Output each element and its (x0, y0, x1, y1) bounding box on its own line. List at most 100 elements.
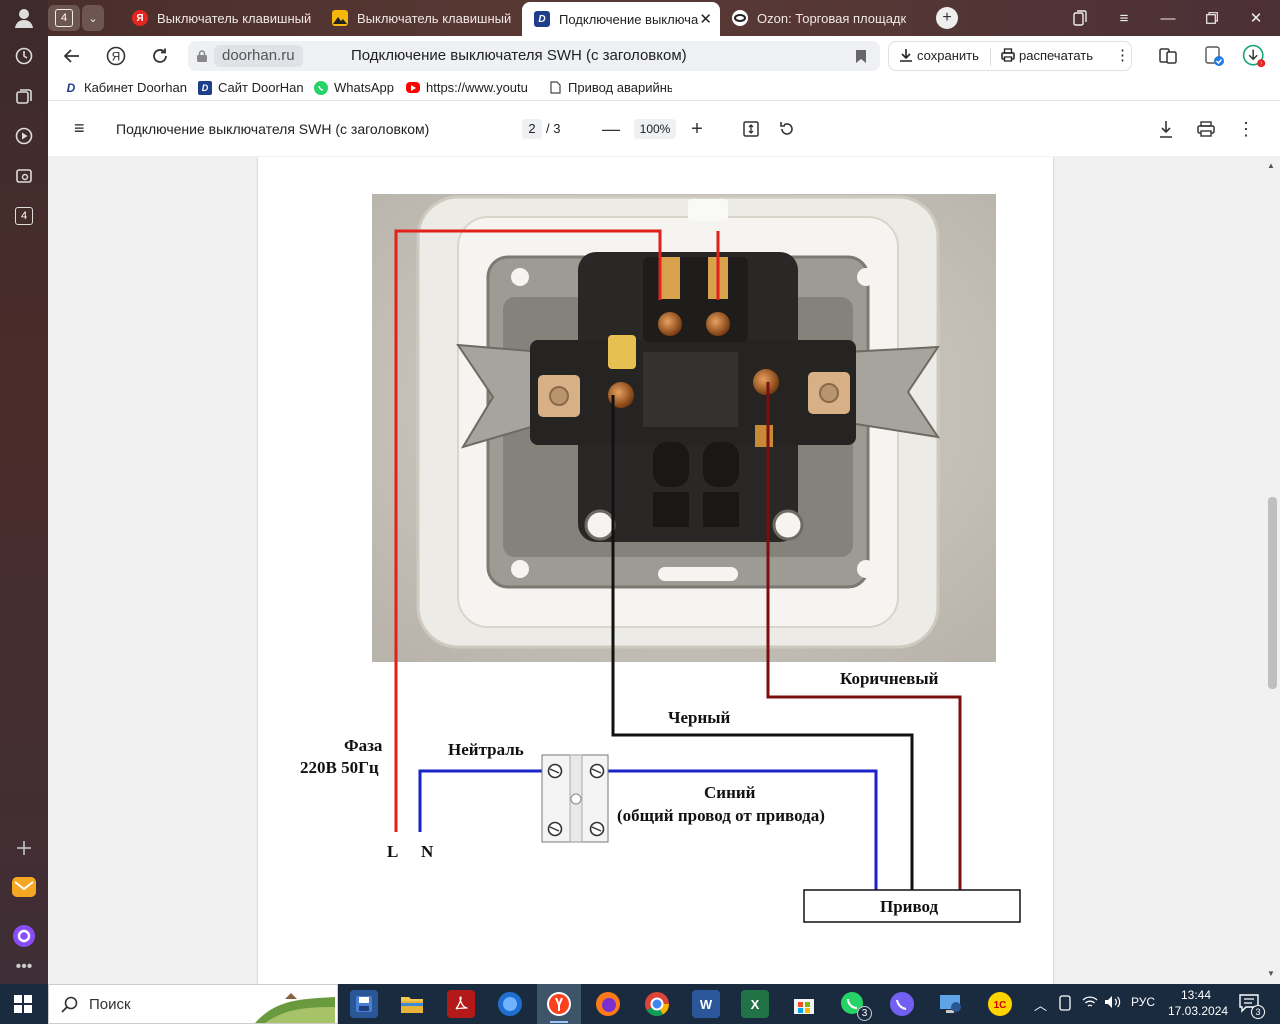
word-icon[interactable]: W (692, 990, 720, 1018)
page-number-input[interactable]: 2 (522, 119, 542, 139)
whatsapp-badge: 3 (857, 1006, 872, 1021)
pdf-viewer[interactable]: Коричневый Черный Фаза 220В 50Гц Нейтрал… (48, 157, 1280, 984)
file-explorer-icon[interactable] (398, 990, 426, 1018)
common-wire-label: (общий провод от привода) (617, 806, 825, 825)
fit-page-icon[interactable] (739, 117, 763, 141)
collections-icon[interactable] (12, 84, 36, 108)
profile-icon[interactable] (12, 6, 36, 30)
tab-doorhan-active[interactable]: D Подключение выключа ✕ (522, 2, 720, 36)
scrollbar-thumb[interactable] (1268, 497, 1277, 689)
tab-image-switch[interactable]: Выключатель клавишный (332, 4, 522, 32)
taskbar-search[interactable]: Поиск (48, 984, 338, 1024)
translate-icon[interactable] (1202, 44, 1226, 68)
menu-icon[interactable]: ≡ (1112, 6, 1136, 30)
chevron-down-icon[interactable]: ⌄ (82, 5, 104, 31)
meet-now-icon[interactable] (1058, 995, 1072, 1014)
drive-label: Привод (880, 897, 939, 916)
sidebar-toggle-icon[interactable]: ≡ (74, 118, 90, 139)
lock-icon[interactable] (197, 50, 207, 62)
history-icon[interactable] (12, 44, 36, 68)
store-icon[interactable] (790, 990, 818, 1018)
new-tab-button[interactable]: + (936, 7, 958, 29)
scrollbar[interactable]: ▲ ▼ (1264, 157, 1280, 984)
yandex-browser-icon[interactable] (537, 984, 581, 1024)
restore-icon[interactable] (1200, 6, 1224, 30)
chrome-icon[interactable] (643, 990, 671, 1018)
more-icon[interactable]: ••• (12, 955, 36, 979)
download-icon[interactable] (1154, 117, 1178, 141)
neutral-wire-blue (418, 769, 548, 832)
divider (990, 48, 991, 66)
page-actions: сохранить распечатать ⋮ (888, 41, 1132, 71)
yandex-logo-icon[interactable]: Я (104, 44, 128, 68)
bookmark-privod[interactable]: Привод аварийны (548, 80, 672, 95)
bookmark-youtube[interactable]: https://www.youtu (406, 80, 534, 95)
excel-icon[interactable]: X (741, 990, 769, 1018)
video-icon[interactable] (12, 124, 36, 148)
windows-taskbar: Поиск W X 3 1С ︿ РУС 13:44 17.03.2024 3 (0, 984, 1280, 1024)
bookmark-icon[interactable] (856, 50, 866, 63)
address-bar[interactable]: doorhan.ru Подключение выключателя SWH (… (188, 41, 880, 71)
tabs-list-icon[interactable] (1068, 6, 1092, 30)
downloads-icon[interactable]: ! (1242, 44, 1266, 68)
close-window-icon[interactable]: ✕ (1244, 6, 1268, 30)
printer-icon (1001, 48, 1015, 62)
zoom-out-icon[interactable]: — (599, 117, 623, 141)
pdf-reader-icon[interactable] (447, 990, 475, 1018)
switch-photo (372, 194, 996, 662)
bookmark-whatsapp[interactable]: WhatsApp (314, 80, 394, 95)
show-hidden-icons[interactable]: ︿ (1034, 995, 1047, 1014)
bookmark-label: Привод аварийны (568, 80, 672, 95)
bookmark-sait-doorhan[interactable]: D Сайт DoorHan (198, 80, 304, 95)
alice-icon[interactable] (12, 924, 36, 948)
tab-count-button[interactable]: 4 (48, 5, 80, 31)
volume-icon[interactable] (1104, 995, 1122, 1012)
more-icon[interactable]: ⋮ (1234, 117, 1258, 141)
add-icon[interactable] (12, 836, 36, 860)
viber-icon[interactable] (888, 990, 916, 1018)
zoom-input[interactable]: 100% (634, 119, 676, 139)
rotate-icon[interactable] (775, 117, 799, 141)
print-button[interactable]: распечатать (1001, 48, 1093, 63)
printer-icon[interactable] (1194, 117, 1218, 141)
windows-start-icon[interactable] (14, 995, 32, 1016)
bookmark-label: Кабинет Doorhan (84, 80, 187, 95)
network-icon[interactable] (1082, 995, 1098, 1012)
tab-ozon[interactable]: Ozon: Торговая площадк (732, 4, 922, 32)
firefox-icon[interactable] (594, 990, 622, 1018)
language-indicator[interactable]: РУС (1131, 995, 1155, 1009)
voltage-label: 220В 50Гц (300, 758, 379, 777)
more-icon[interactable]: ⋮ (1115, 46, 1130, 64)
scroll-up-icon[interactable]: ▲ (1267, 161, 1275, 170)
tab-yandex-switch[interactable]: Я Выключатель клавишный (132, 4, 322, 32)
tab-strip: 4 ⌄ Я Выключатель клавишный Выключатель … (48, 0, 1280, 36)
neutral-label: Нейтраль (448, 740, 524, 759)
mail-icon[interactable] (12, 875, 36, 899)
zoom-in-icon[interactable]: + (685, 117, 709, 141)
whatsapp-icon (314, 80, 328, 95)
screenshot-icon[interactable] (12, 164, 36, 188)
notification-count-badge: 3 (1251, 1005, 1265, 1019)
search-placeholder: Поиск (89, 996, 131, 1013)
messenger-app-icon[interactable] (496, 990, 524, 1018)
clock[interactable]: 13:44 17.03.2024 (1168, 987, 1228, 1019)
1c-icon[interactable]: 1С (986, 990, 1014, 1018)
minimize-icon[interactable]: — (1156, 6, 1180, 30)
image-icon (332, 10, 348, 26)
live-terminal-label: L (387, 842, 399, 861)
bookmark-kabinet-doorhan[interactable]: D Кабинет Doorhan (64, 80, 187, 95)
back-icon[interactable] (60, 44, 84, 68)
blue-wire-label: Синий (704, 783, 756, 802)
domain-label[interactable]: doorhan.ru (214, 45, 303, 67)
scroll-down-icon[interactable]: ▼ (1267, 969, 1275, 978)
storage-app-icon[interactable] (350, 990, 378, 1018)
reading-list-icon[interactable] (1156, 44, 1180, 68)
tab-count-icon[interactable]: 4 (15, 207, 33, 225)
youtube-icon (406, 82, 420, 93)
bookmark-label: WhatsApp (334, 80, 394, 95)
save-button[interactable]: сохранить (899, 48, 979, 63)
remote-desktop-icon[interactable] (937, 990, 965, 1018)
reload-icon[interactable] (148, 44, 172, 68)
print-label: распечатать (1019, 48, 1093, 63)
close-icon[interactable]: ✕ (699, 10, 712, 28)
